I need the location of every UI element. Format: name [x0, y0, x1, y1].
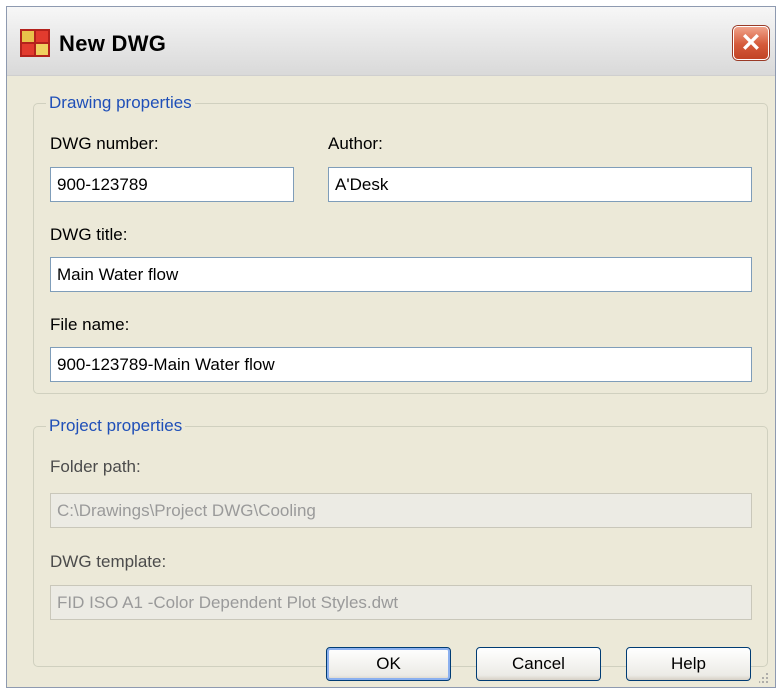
author-field[interactable]	[328, 167, 752, 202]
autocad-icon	[20, 29, 50, 57]
folder-path-label: Folder path:	[50, 457, 141, 476]
cancel-button-label: Cancel	[512, 654, 565, 673]
project-properties-group: Project properties	[33, 416, 768, 667]
dwg-title-label: DWG title:	[50, 225, 128, 244]
dwg-number-label: DWG number:	[50, 134, 159, 153]
file-name-label: File name:	[50, 315, 130, 334]
folder-path-field	[50, 493, 752, 528]
author-label: Author:	[328, 134, 383, 153]
dwg-title-field[interactable]	[50, 257, 752, 292]
file-name-field[interactable]	[50, 347, 752, 382]
dwg-number-field[interactable]	[50, 167, 294, 202]
ok-button-label: OK	[376, 654, 401, 673]
dwg-template-label: DWG template:	[50, 552, 167, 571]
close-icon: ✕	[740, 29, 762, 57]
project-properties-legend: Project properties	[49, 416, 183, 435]
title-bar: New DWG ✕	[7, 7, 775, 76]
help-button-label: Help	[671, 654, 706, 673]
new-dwg-dialog: New DWG ✕ Drawing properties DWG number:…	[6, 6, 776, 688]
close-button[interactable]: ✕	[733, 26, 769, 60]
ok-button[interactable]: OK	[326, 647, 451, 681]
dwg-template-field	[50, 585, 752, 620]
window-title: New DWG	[59, 31, 167, 56]
resize-grip-icon[interactable]	[759, 671, 769, 683]
drawing-properties-legend: Drawing properties	[49, 93, 192, 112]
help-button[interactable]: Help	[626, 647, 751, 681]
cancel-button[interactable]: Cancel	[476, 647, 601, 681]
